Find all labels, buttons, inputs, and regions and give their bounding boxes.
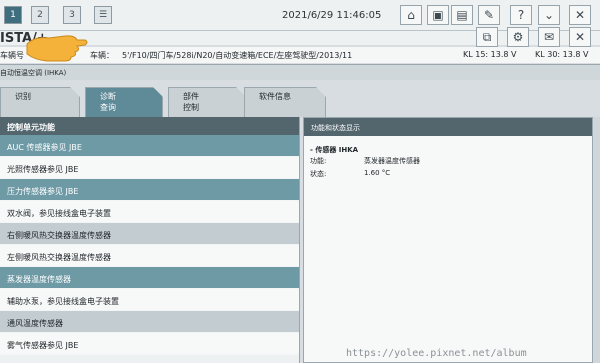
tab-identification[interactable]: 识别 — [0, 87, 80, 117]
tab-software-info[interactable]: 软件信息 — [244, 87, 326, 117]
list-item[interactable]: 光照传感器参见 JBE — [0, 157, 299, 179]
control-unit-function-panel: 控制单元功能 AUC 传感器参见 JBE 光照传感器参见 JBE 压力传感器参见… — [0, 117, 300, 363]
scrollbar[interactable] — [593, 117, 600, 363]
module-row: 自动恒温空调 (IHKA) — [0, 64, 600, 80]
list-icon[interactable]: ☰ — [94, 6, 112, 24]
tab-label: 查询 — [100, 103, 116, 112]
chevron-down-icon[interactable]: ⌄ — [538, 5, 560, 25]
home-icon[interactable]: ⌂ — [400, 5, 422, 25]
list-item[interactable]: 左侧暖风热交换器温度传感器 — [0, 245, 299, 267]
function-status-panel: 功能和状态显示 - 传感器 IHKA 功能: 蒸发器温度传感器 状态: 1.60… — [303, 117, 593, 363]
vehicle-label: 车辆： — [90, 51, 114, 60]
list-item[interactable]: 通风温度传感器 — [0, 311, 299, 333]
function-value: 蒸发器温度传感器 — [364, 157, 420, 165]
tab-component-control[interactable]: 部件 控制 — [168, 87, 246, 117]
list-item[interactable]: 右侧暖风热交换器温度传感器 — [0, 223, 299, 245]
panel-header: 控制单元功能 — [0, 117, 299, 135]
tab-label: 软件信息 — [259, 92, 291, 101]
pointing-hand-icon — [26, 35, 88, 62]
datetime: 2021/6/29 11:46:05 — [282, 10, 382, 21]
close-window-icon[interactable]: ✕ — [569, 27, 591, 47]
panel-header: 功能和状态显示 — [304, 118, 592, 136]
wrench-icon[interactable]: ✎ — [478, 5, 500, 25]
tab-diagnosis-query[interactable]: 诊断 查询 — [85, 87, 163, 117]
tab-label: 诊断 — [100, 92, 116, 101]
tab-bar: 识别 诊断 查询 部件 控制 软件信息 — [0, 80, 600, 117]
help-icon[interactable]: ? — [510, 5, 532, 25]
tab-label: 部件 — [183, 92, 199, 101]
list-item[interactable]: 雾气传感器参见 JBE — [0, 333, 299, 355]
copy-icon[interactable]: ⧉ — [476, 27, 498, 47]
vehicle-info: 5'/F10/四门车/528i/N20/自动变速箱/ECE/左座驾驶型/2013… — [122, 51, 353, 60]
status-value: 1.60 °C — [364, 169, 391, 177]
list-item[interactable]: 辅助水泵，参见接线盒电子装置 — [0, 289, 299, 311]
kl15-voltage: KL 15: 13.8 V — [463, 50, 517, 59]
tab-label: 控制 — [183, 103, 199, 112]
watermark-url: https://yolee.pixnet.net/album — [346, 348, 527, 359]
tab-2-button[interactable]: 2 — [31, 6, 49, 24]
print-icon[interactable]: ▤ — [451, 5, 473, 25]
kl30-voltage: KL 30: 13.8 V — [535, 50, 589, 59]
mail-icon[interactable]: ✉ — [538, 27, 560, 47]
list-item[interactable]: 压力传感器参见 JBE — [0, 179, 299, 201]
module-name: 自动恒温空调 (IHKA) — [0, 69, 67, 77]
tab-1-button[interactable]: 1 — [4, 6, 22, 24]
tab-label: 识别 — [15, 92, 31, 101]
list-item[interactable]: 蒸发器温度传感器 — [0, 267, 299, 289]
function-label: 功能: — [310, 157, 327, 165]
close-icon[interactable]: ✕ — [569, 5, 591, 25]
vehicle-prefix: 车辆号 — [0, 51, 24, 60]
sensor-title: - 传感器 IHKA — [310, 146, 359, 154]
gear-icon[interactable]: ⚙ — [507, 27, 529, 47]
vehicle-icon[interactable]: ▣ — [427, 5, 449, 25]
status-label: 状态: — [310, 170, 327, 178]
list-item[interactable]: 双水阀，参见接线盒电子装置 — [0, 201, 299, 223]
list-item[interactable]: AUC 传感器参见 JBE — [0, 135, 299, 157]
tab-3-button[interactable]: 3 — [63, 6, 81, 24]
